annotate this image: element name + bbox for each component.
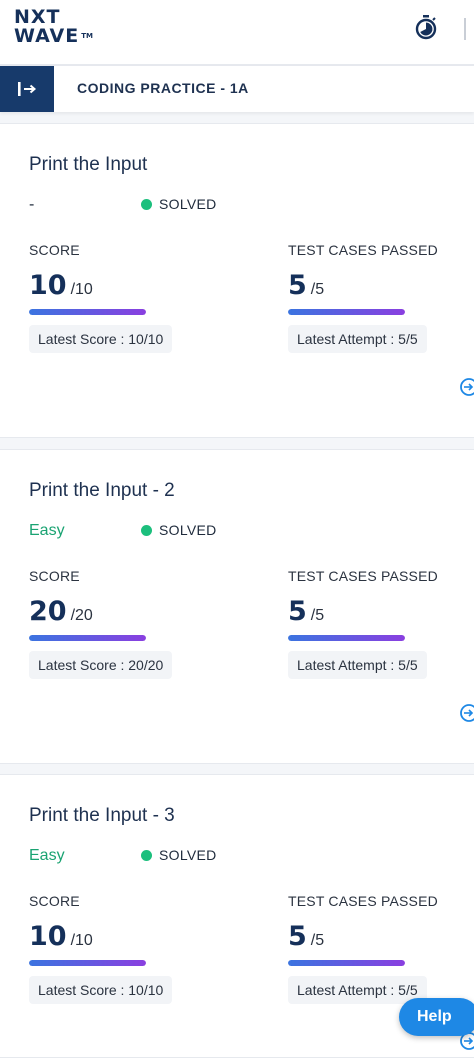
- help-button[interactable]: Help: [399, 998, 474, 1036]
- top-header: NXT WAVE TM: [0, 0, 474, 66]
- logo-line-2-text: WAVE: [14, 25, 80, 47]
- tests-value: 5/5: [288, 596, 324, 627]
- tests-progress-fill: [288, 960, 405, 966]
- latest-score-chip: Latest Score : 10/10: [29, 325, 173, 353]
- expand-arrow-icon[interactable]: [458, 703, 474, 723]
- score-label: SCORE: [29, 242, 80, 258]
- difficulty-label: Easy: [29, 522, 65, 539]
- tests-number: 5: [288, 270, 307, 301]
- status-badge: SOLVED: [141, 522, 217, 538]
- collapse-sidebar-icon: [18, 82, 37, 96]
- score-value: 10/10: [29, 921, 93, 952]
- question-title: Print the Input: [29, 154, 148, 175]
- logo-line-2: WAVE TM: [14, 27, 93, 46]
- score-progress-bar: [29, 960, 146, 966]
- score-progress-fill: [29, 960, 146, 966]
- tests-value: 5/5: [288, 921, 324, 952]
- latest-attempt-chip: Latest Attempt : 5/5: [288, 325, 427, 353]
- latest-score-chip: Latest Score : 20/20: [29, 651, 173, 679]
- tests-value: 5/5: [288, 270, 324, 301]
- timer-icon[interactable]: [414, 14, 438, 40]
- expand-arrow-icon[interactable]: [458, 377, 474, 397]
- tests-total: /5: [310, 932, 325, 949]
- score-total: /20: [70, 607, 93, 624]
- status-badge: SOLVED: [141, 847, 217, 863]
- tests-progress-fill: [288, 309, 405, 315]
- tests-progress-bar: [288, 635, 405, 641]
- question-card[interactable]: Print the Input - SOLVED SCORE TEST CASE…: [0, 123, 474, 438]
- difficulty-label: Easy: [29, 847, 65, 864]
- score-progress-bar: [29, 635, 146, 641]
- tests-total: /5: [310, 607, 325, 624]
- score-value: 10/10: [29, 270, 93, 301]
- nxtwave-logo[interactable]: NXT WAVE TM: [14, 8, 93, 46]
- status-badge: SOLVED: [141, 196, 217, 212]
- tests-progress-fill: [288, 635, 405, 641]
- score-number: 10: [29, 270, 67, 301]
- status-text: SOLVED: [159, 522, 217, 538]
- tests-number: 5: [288, 596, 307, 627]
- status-text: SOLVED: [159, 196, 217, 212]
- solved-dot-icon: [141, 198, 152, 210]
- question-title: Print the Input - 2: [29, 480, 175, 501]
- question-card[interactable]: Print the Input - 2 Easy SOLVED SCORE TE…: [0, 449, 474, 764]
- tests-progress-bar: [288, 960, 405, 966]
- tests-progress-bar: [288, 309, 405, 315]
- score-progress-bar: [29, 309, 146, 315]
- score-number: 20: [29, 596, 67, 627]
- latest-score-chip: Latest Score : 10/10: [29, 976, 173, 1004]
- score-total: /10: [70, 932, 93, 949]
- tests-total: /5: [310, 281, 325, 298]
- status-text: SOLVED: [159, 847, 217, 863]
- score-number: 10: [29, 921, 67, 952]
- score-label: SCORE: [29, 568, 80, 584]
- score-total: /10: [70, 281, 93, 298]
- logo-tm: TM: [81, 32, 93, 40]
- difficulty-label: -: [29, 196, 35, 213]
- edge-divider: [464, 18, 474, 40]
- latest-attempt-chip: Latest Attempt : 5/5: [288, 651, 427, 679]
- tests-number: 5: [288, 921, 307, 952]
- score-value: 20/20: [29, 596, 93, 627]
- solved-dot-icon: [141, 524, 152, 536]
- practice-subheader: CODING PRACTICE - 1A: [0, 66, 474, 112]
- collapse-sidebar-button[interactable]: [0, 66, 54, 112]
- test-cases-label: TEST CASES PASSED: [288, 893, 438, 909]
- practice-title: CODING PRACTICE - 1A: [77, 80, 249, 96]
- solved-dot-icon: [141, 849, 152, 861]
- score-progress-fill: [29, 309, 146, 315]
- latest-attempt-chip: Latest Attempt : 5/5: [288, 976, 427, 1004]
- test-cases-label: TEST CASES PASSED: [288, 242, 438, 258]
- question-title: Print the Input - 3: [29, 805, 175, 826]
- score-progress-fill: [29, 635, 146, 641]
- score-label: SCORE: [29, 893, 80, 909]
- test-cases-label: TEST CASES PASSED: [288, 568, 438, 584]
